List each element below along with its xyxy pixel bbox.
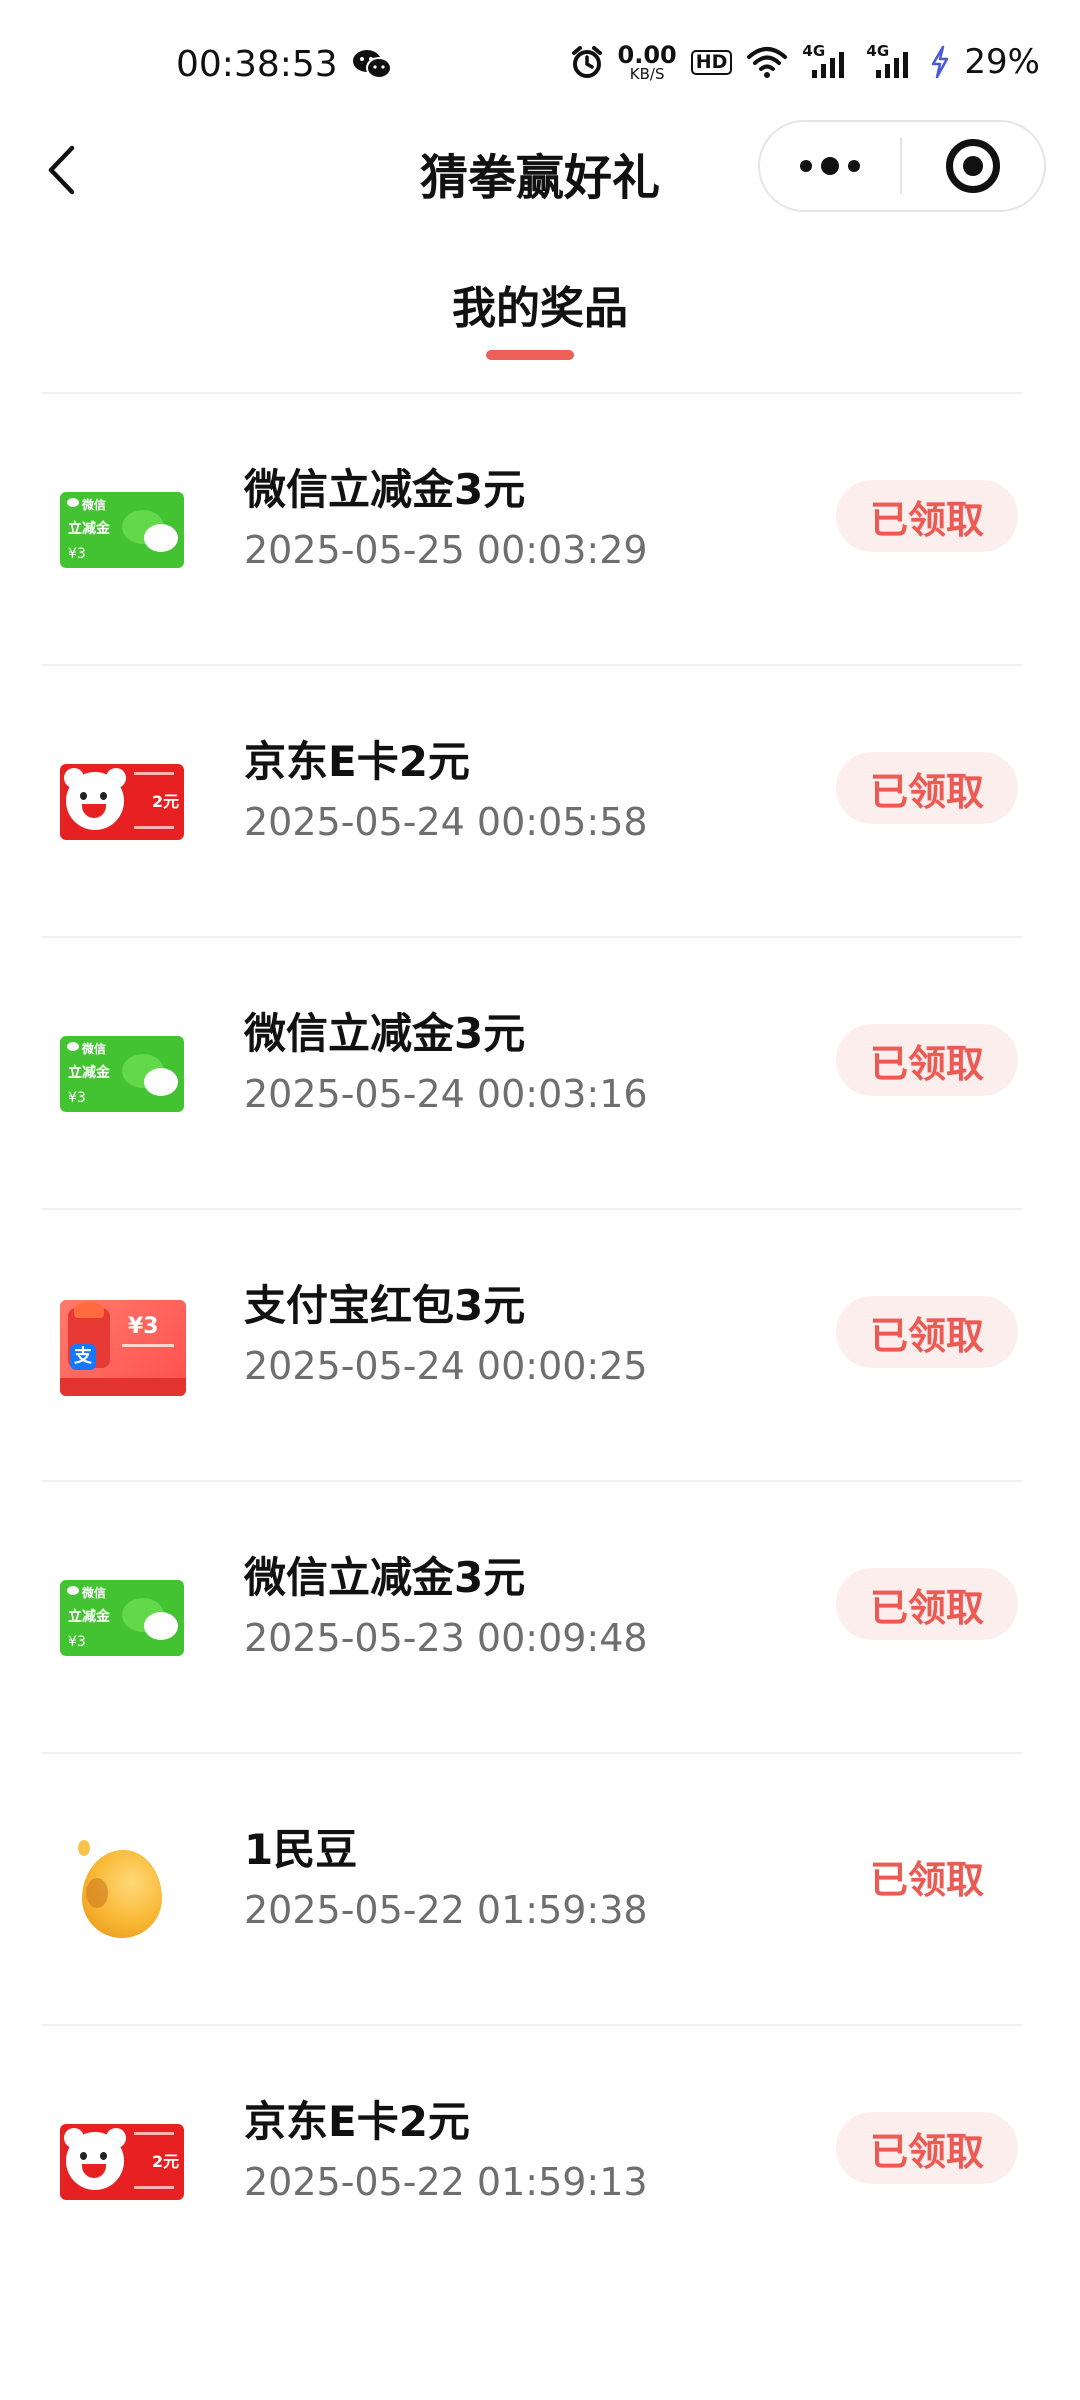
list-item[interactable]: 2元 京东E卡2元 2025-05-24 00:05:58 已领取 <box>42 664 1022 936</box>
status-bar: 00:38:53 0.00 KB/S HD 4G 4G 29% <box>0 0 1080 120</box>
claimed-status-badge: 已领取 <box>836 2112 1018 2184</box>
bean-thumbnail <box>60 1834 186 1946</box>
prize-name: 微信立减金3元 <box>244 465 526 514</box>
claimed-status-badge: 已领取 <box>836 1024 1018 1096</box>
close-miniprogram-button[interactable] <box>902 122 1044 210</box>
charging-icon <box>932 45 949 79</box>
list-item[interactable]: 微信 立减金 ¥3 微信立减金3元 2025-05-25 00:03:29 已领取 <box>42 392 1022 664</box>
miniprogram-capsule <box>758 120 1046 212</box>
prize-list: 微信 立减金 ¥3 微信立减金3元 2025-05-25 00:03:29 已领取 2元 京东… <box>42 392 1022 2296</box>
target-icon <box>946 139 1000 193</box>
wechat-card-thumbnail: 微信 立减金 ¥3 <box>60 1018 186 1130</box>
hd-voice-badge: HD <box>690 49 733 75</box>
prize-name: 微信立减金3元 <box>244 1553 526 1602</box>
prize-name: 1民豆 <box>244 1825 358 1874</box>
prize-time: 2025-05-25 00:03:29 <box>244 528 648 572</box>
status-indicators: 0.00 KB/S HD 4G 4G 29% <box>570 42 1040 82</box>
list-item[interactable]: 1民豆 2025-05-22 01:59:38 已领取 <box>42 1752 1022 2024</box>
more-dot-icon <box>848 160 860 172</box>
alarm-icon <box>571 46 602 78</box>
alipay-card-thumbnail: 支 ¥3 <box>60 1290 186 1402</box>
battery-level: 29% <box>964 42 1040 82</box>
more-dot-icon <box>821 157 839 175</box>
more-button[interactable] <box>760 122 900 210</box>
prize-time: 2025-05-24 00:03:16 <box>244 1072 648 1116</box>
claimed-status-badge: 已领取 <box>836 1296 1018 1368</box>
list-item[interactable]: 支 ¥3 支付宝红包3元 2025-05-24 00:00:25 已领取 <box>42 1208 1022 1480</box>
list-item[interactable]: 微信 立减金 ¥3 微信立减金3元 2025-05-24 00:03:16 已领取 <box>42 936 1022 1208</box>
status-time: 00:38:53 <box>176 44 338 85</box>
network-speed: 0.00 KB/S <box>617 40 677 83</box>
prize-time: 2025-05-24 00:05:58 <box>244 800 648 844</box>
prize-name: 京东E卡2元 <box>244 2097 470 2146</box>
list-item[interactable]: 微信 立减金 ¥3 微信立减金3元 2025-05-23 00:09:48 已领取 <box>42 1480 1022 1752</box>
claimed-status-badge: 已领取 <box>869 1857 984 1902</box>
claimed-status-badge: 已领取 <box>836 480 1018 552</box>
list-item[interactable]: 2元 京东E卡2元 2025-05-22 01:59:13 已领取 <box>42 2024 1022 2296</box>
wechat-card-thumbnail: 微信 立减金 ¥3 <box>60 1562 186 1674</box>
prize-time: 2025-05-22 01:59:38 <box>244 1888 648 1932</box>
wechat-notification-icon <box>353 50 392 79</box>
wifi-icon <box>747 47 788 78</box>
prize-time: 2025-05-22 01:59:13 <box>244 2160 648 2204</box>
more-dot-icon <box>800 160 812 172</box>
prize-time: 2025-05-23 00:09:48 <box>244 1616 648 1660</box>
jd-card-thumbnail: 2元 <box>60 746 186 858</box>
wechat-card-thumbnail: 微信 立减金 ¥3 <box>60 474 186 586</box>
prize-name: 京东E卡2元 <box>244 737 470 786</box>
cellular-signal-1-icon: 4G <box>802 44 852 80</box>
cellular-signal-2-icon: 4G <box>866 44 916 80</box>
title-bar: 猜拳赢好礼 <box>0 120 1080 220</box>
jd-card-thumbnail: 2元 <box>60 2106 186 2218</box>
tab-active-indicator <box>486 350 574 360</box>
prize-name: 支付宝红包3元 <box>244 1281 526 1330</box>
claimed-status-badge: 已领取 <box>836 752 1018 824</box>
tab-my-prizes[interactable]: 我的奖品 <box>0 272 1080 336</box>
prize-time: 2025-05-24 00:00:25 <box>244 1344 648 1388</box>
prize-name: 微信立减金3元 <box>244 1009 526 1058</box>
claimed-status-badge: 已领取 <box>836 1568 1018 1640</box>
